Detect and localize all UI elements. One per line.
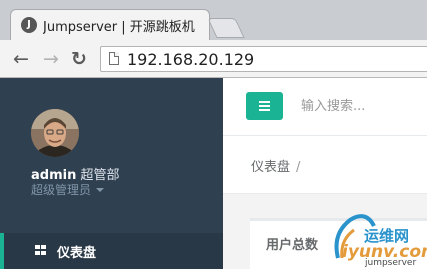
active-indicator [0,233,4,269]
user-role-dropdown[interactable]: 超级管理员 [31,181,105,198]
search-input[interactable] [293,92,423,120]
browser-toolbar: ← → ↻ 192.168.20.129 [0,40,427,78]
watermark-logo: 运维网 iyunv.com jumpserver [330,210,427,269]
breadcrumb-separator: / [296,160,301,175]
jumpserver-favicon-icon: J [21,17,37,33]
back-arrow-icon[interactable]: ← [10,49,32,71]
breadcrumb-bar: 仪表盘 / [223,136,427,194]
sidebar: admin 超管部 超级管理员 仪表盘 [0,78,223,269]
hamburger-icon [259,101,270,103]
breadcrumb-item[interactable]: 仪表盘 [251,160,290,175]
url-text[interactable]: 192.168.20.129 [127,50,254,69]
new-tab-button[interactable] [207,18,245,38]
tab-title: Jumpserver | 开源跳板机 [43,20,195,35]
watermark-sub: jumpserver [365,258,417,268]
reload-icon[interactable]: ↻ [68,49,90,71]
page-icon [109,52,119,65]
sidebar-item-dashboard[interactable]: 仪表盘 [0,233,223,269]
forward-arrow-icon[interactable]: → [40,49,62,71]
menu-toggle-button[interactable] [246,92,283,120]
address-bar[interactable]: 192.168.20.129 [100,46,427,72]
browser-tab[interactable]: J Jumpserver | 开源跳板机 [10,9,210,40]
card-title: 用户总数 [266,238,319,253]
caret-down-icon [96,188,105,192]
top-navbar [223,78,427,136]
dashboard-icon [35,245,47,256]
user-role: 超级管理员 [31,183,92,197]
avatar-photo [31,109,79,157]
sidebar-item-label: 仪表盘 [57,246,97,261]
avatar[interactable] [31,109,79,157]
breadcrumb: 仪表盘 / [251,156,300,175]
browser-titlebar: J Jumpserver | 开源跳板机 [0,0,427,40]
